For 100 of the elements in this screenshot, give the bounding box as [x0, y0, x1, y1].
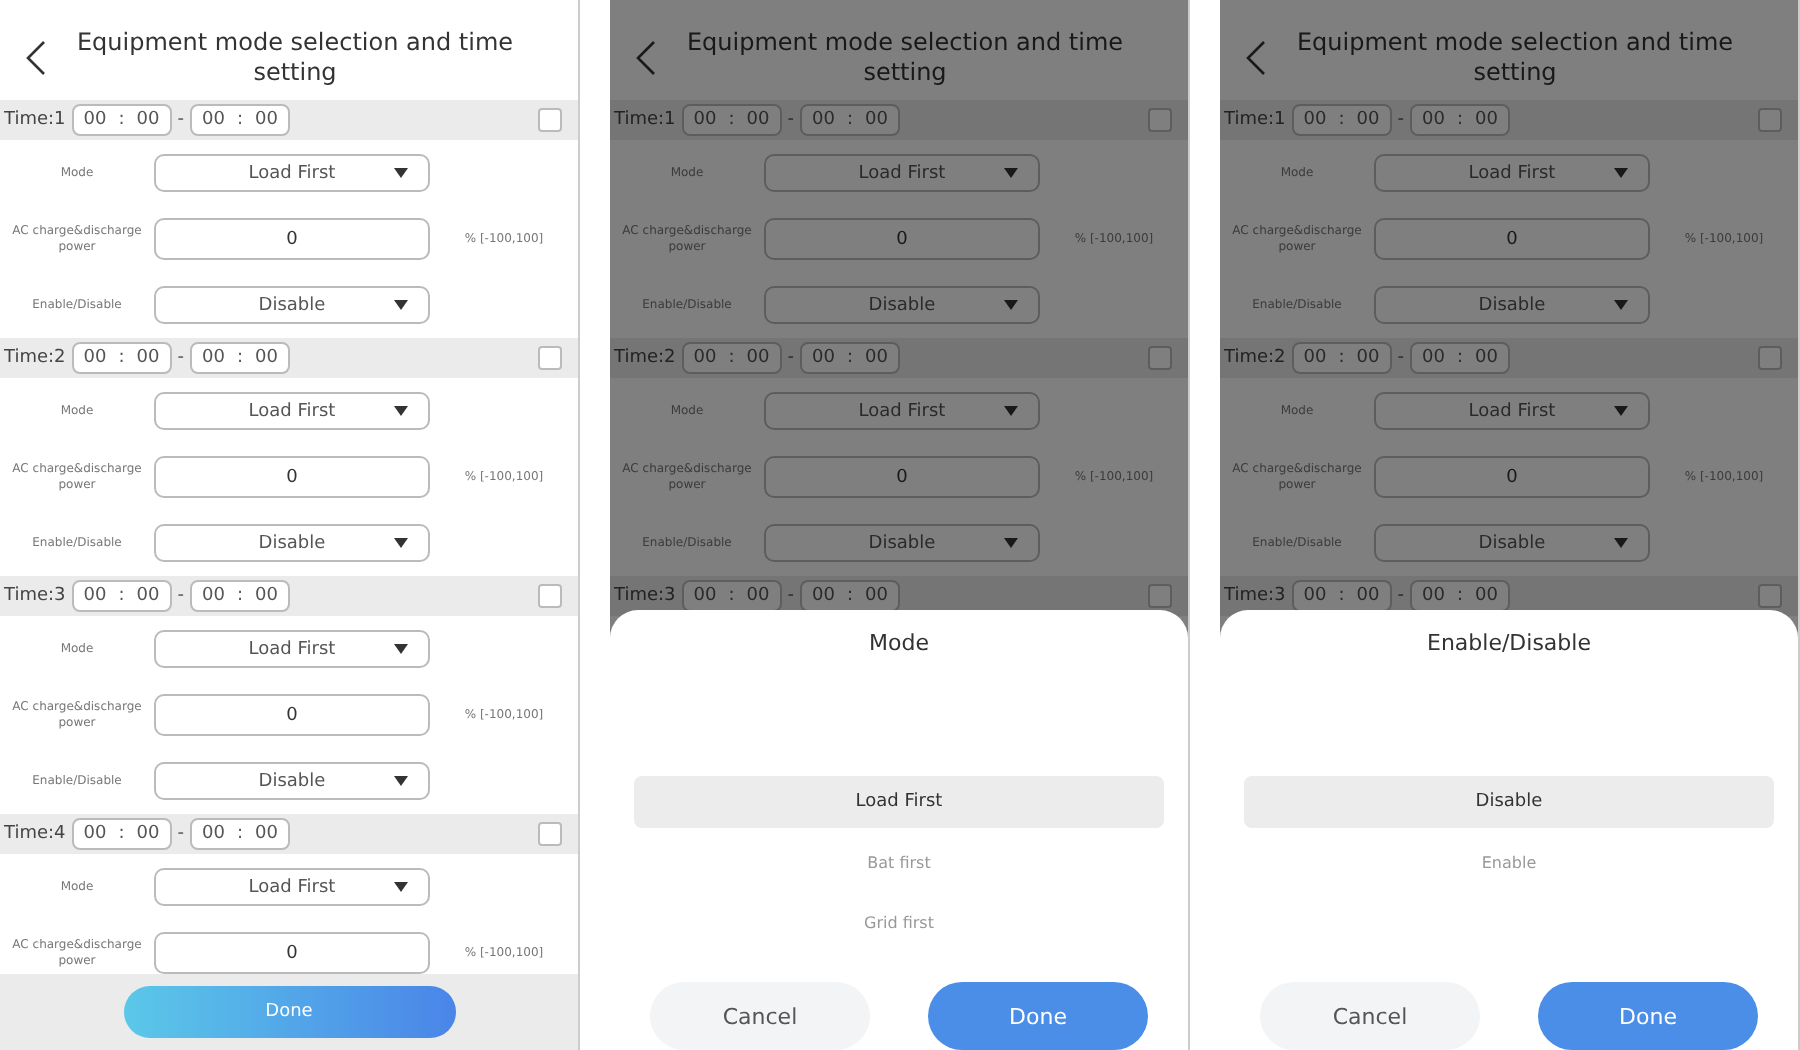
- dropdown-caret-icon: [394, 882, 408, 892]
- picker-option[interactable]: Bat first: [634, 836, 1164, 888]
- checkbox[interactable]: [1758, 346, 1782, 370]
- input-field[interactable]: 0: [1374, 218, 1650, 260]
- sheet-title: Enable/Disable: [1427, 630, 1591, 656]
- start-time-field[interactable]: 00 : 00: [681, 342, 782, 374]
- cancel-button[interactable]: Cancel: [650, 982, 870, 1050]
- dropdown[interactable]: Disable: [1374, 286, 1650, 324]
- picker-option[interactable]: Disable: [1244, 776, 1774, 828]
- picker-option[interactable]: Enable: [1244, 836, 1774, 888]
- input-field[interactable]: 0: [764, 456, 1040, 498]
- dropdown-caret-icon: [394, 776, 408, 786]
- dropdown-caret-icon: [394, 168, 408, 178]
- end-time-field[interactable]: 00 : 00: [1410, 104, 1510, 136]
- dropdown-caret-icon: [394, 406, 408, 416]
- time-slot-label: Time:3: [4, 586, 66, 606]
- input-field[interactable]: 0: [154, 694, 430, 736]
- dropdown-caret-icon: [1004, 300, 1018, 310]
- checkbox[interactable]: [1758, 108, 1782, 132]
- input-field[interactable]: 0: [764, 218, 1040, 260]
- page-title: Equipment mode selection and time setting: [74, 28, 516, 88]
- done-button[interactable]: Done: [1538, 982, 1758, 1050]
- checkbox[interactable]: [538, 584, 562, 608]
- input-field[interactable]: 0: [154, 456, 430, 498]
- time-range-dash: -: [177, 348, 184, 368]
- time-range-dash: -: [787, 586, 794, 606]
- time-slot-label: Time:1: [1224, 110, 1286, 130]
- dropdown[interactable]: Load First: [1374, 154, 1650, 192]
- dropdown[interactable]: Load First: [764, 154, 1040, 192]
- end-time-field[interactable]: 00 : 00: [190, 342, 290, 374]
- start-time-field[interactable]: 00 : 00: [71, 342, 172, 374]
- time-range-dash: -: [787, 110, 794, 130]
- start-time-field[interactable]: 00 : 00: [681, 580, 782, 612]
- time-slot-label: Time:2: [4, 348, 66, 368]
- start-time-field[interactable]: 00 : 00: [681, 104, 782, 136]
- page-title: Equipment mode selection and time setting: [1294, 28, 1736, 88]
- start-time-field[interactable]: 00 : 00: [1291, 104, 1392, 136]
- end-time-field[interactable]: 00 : 00: [800, 342, 900, 374]
- checkbox[interactable]: [538, 346, 562, 370]
- picker-option[interactable]: Load First: [634, 776, 1164, 828]
- checkbox[interactable]: [1148, 584, 1172, 608]
- dropdown-caret-icon: [394, 538, 408, 548]
- dropdown-caret-icon: [1614, 406, 1628, 416]
- checkbox[interactable]: [1758, 584, 1782, 608]
- dropdown[interactable]: Disable: [154, 286, 430, 324]
- time-range-dash: -: [1397, 348, 1404, 368]
- dropdown-caret-icon: [394, 644, 408, 654]
- end-time-field[interactable]: 00 : 00: [800, 580, 900, 612]
- input-field[interactable]: 0: [154, 932, 430, 974]
- dropdown[interactable]: Load First: [154, 392, 430, 430]
- dropdown-caret-icon: [1614, 300, 1628, 310]
- page-title: Equipment mode selection and time setting: [684, 28, 1126, 88]
- checkbox[interactable]: [1148, 346, 1172, 370]
- dropdown[interactable]: Disable: [154, 762, 430, 800]
- dropdown-caret-icon: [1004, 406, 1018, 416]
- input-field[interactable]: 0: [1374, 456, 1650, 498]
- start-time-field[interactable]: 00 : 00: [1291, 342, 1392, 374]
- time-slot-label: Time:2: [614, 348, 676, 368]
- picker-option[interactable]: Grid first: [634, 896, 1164, 948]
- dropdown[interactable]: Load First: [154, 868, 430, 906]
- end-time-field[interactable]: 00 : 00: [190, 104, 290, 136]
- dropdown-caret-icon: [1614, 538, 1628, 548]
- end-time-field[interactable]: 00 : 00: [190, 580, 290, 612]
- start-time-field[interactable]: 00 : 00: [71, 818, 172, 850]
- time-slot-label: Time:3: [1224, 586, 1286, 606]
- dropdown[interactable]: Disable: [1374, 524, 1650, 562]
- dropdown[interactable]: Load First: [154, 630, 430, 668]
- time-slot-label: Time:1: [4, 110, 66, 130]
- end-time-field[interactable]: 00 : 00: [1410, 342, 1510, 374]
- cancel-button[interactable]: Cancel: [1260, 982, 1480, 1050]
- time-range-dash: -: [1397, 586, 1404, 606]
- dropdown[interactable]: Disable: [764, 286, 1040, 324]
- start-time-field[interactable]: 00 : 00: [71, 580, 172, 612]
- done-button[interactable]: Done: [123, 986, 455, 1038]
- dropdown[interactable]: Load First: [764, 392, 1040, 430]
- dropdown-caret-icon: [394, 300, 408, 310]
- dropdown[interactable]: Load First: [1374, 392, 1650, 430]
- dropdown-caret-icon: [1004, 168, 1018, 178]
- time-slot-label: Time:2: [1224, 348, 1286, 368]
- time-slot-label: Time:1: [614, 110, 676, 130]
- start-time-field[interactable]: 00 : 00: [71, 104, 172, 136]
- time-slot-label: Time:4: [4, 824, 66, 844]
- dropdown[interactable]: Load First: [154, 154, 430, 192]
- input-field[interactable]: 0: [154, 218, 430, 260]
- time-slot-label: Time:3: [614, 586, 676, 606]
- end-time-field[interactable]: 00 : 00: [1410, 580, 1510, 612]
- time-range-dash: -: [787, 348, 794, 368]
- sheet-title: Mode: [869, 630, 929, 656]
- dropdown-caret-icon: [1614, 168, 1628, 178]
- dropdown[interactable]: Disable: [764, 524, 1040, 562]
- time-range-dash: -: [177, 110, 184, 130]
- end-time-field[interactable]: 00 : 00: [800, 104, 900, 136]
- start-time-field[interactable]: 00 : 00: [1291, 580, 1392, 612]
- dropdown[interactable]: Disable: [154, 524, 430, 562]
- time-range-dash: -: [1397, 110, 1404, 130]
- checkbox[interactable]: [1148, 108, 1172, 132]
- end-time-field[interactable]: 00 : 00: [190, 818, 290, 850]
- done-button[interactable]: Done: [928, 982, 1148, 1050]
- checkbox[interactable]: [538, 822, 562, 846]
- checkbox[interactable]: [538, 108, 562, 132]
